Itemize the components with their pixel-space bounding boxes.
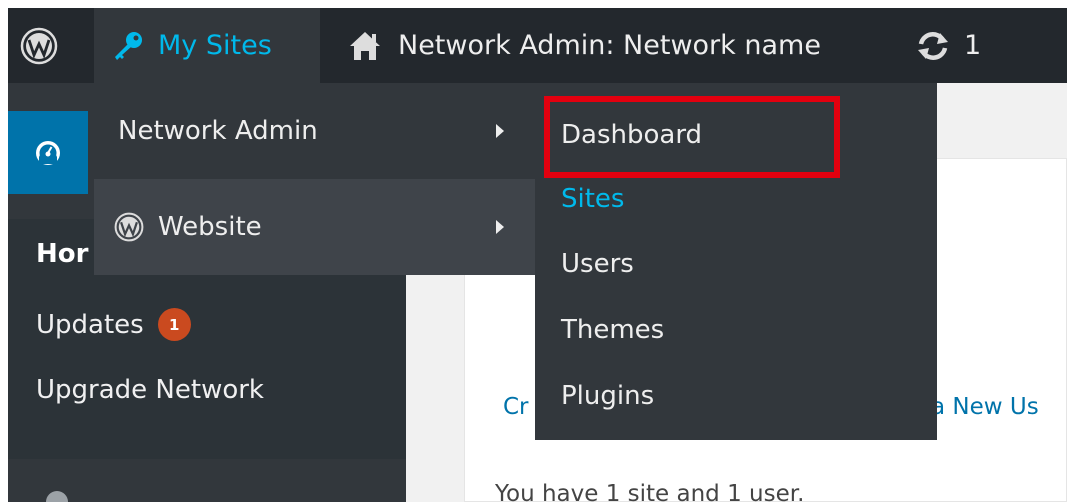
update-count-badge: 1 [157,308,191,341]
updates-menu[interactable]: 1 [916,8,981,83]
sidebar-menu-icon [46,491,68,502]
sidebar-item-dashboard[interactable] [8,111,88,194]
home-icon [348,30,382,62]
create-site-link[interactable]: Cr [503,394,529,420]
my-sites-dropdown: Network Admin Website [94,83,538,275]
dashboard-highlight-box [544,96,840,178]
browser-viewport: Ri Cr a New Us You have 1 site and 1 use… [8,8,1067,502]
sidebar-item-label: Updates [36,309,144,340]
wordpress-logo-icon [114,212,144,242]
sidebar-item-upgrade-network[interactable]: Upgrade Network [36,375,264,405]
submenu-item-users[interactable]: Users [561,249,634,279]
my-sites-label: My Sites [158,30,272,61]
submenu-item-sites[interactable]: Sites [561,184,624,214]
submenu-item-plugins[interactable]: Plugins [561,381,654,411]
refresh-icon [916,31,950,61]
summary-text: You have 1 site and 1 user. [495,481,805,502]
sidebar-item-updates[interactable]: Updates 1 [36,308,191,341]
menu-item-network-admin[interactable]: Network Admin [94,83,538,179]
network-admin-label: Network Admin: Network name [398,30,821,61]
menu-item-label: Website [158,212,262,242]
submenu-arrow-icon [496,124,504,138]
create-user-link[interactable]: a New Us [931,394,1039,420]
wordpress-logo-icon [20,27,58,65]
admin-toolbar: My Sites Network Admin: Network name 1 [8,8,1067,83]
sidebar-item-home[interactable]: Hor [36,239,88,269]
submenu-item-themes[interactable]: Themes [561,315,664,345]
menu-item-label: Network Admin [118,116,318,146]
network-admin-menu[interactable]: Network Admin: Network name [344,8,821,83]
menu-item-website[interactable]: Website [94,179,538,275]
updates-count: 1 [964,30,982,61]
wp-logo-button[interactable] [20,8,70,83]
my-sites-menu[interactable]: My Sites [94,8,320,83]
key-icon [110,28,146,64]
dashboard-gauge-icon [33,138,63,168]
submenu-arrow-icon [496,220,504,234]
